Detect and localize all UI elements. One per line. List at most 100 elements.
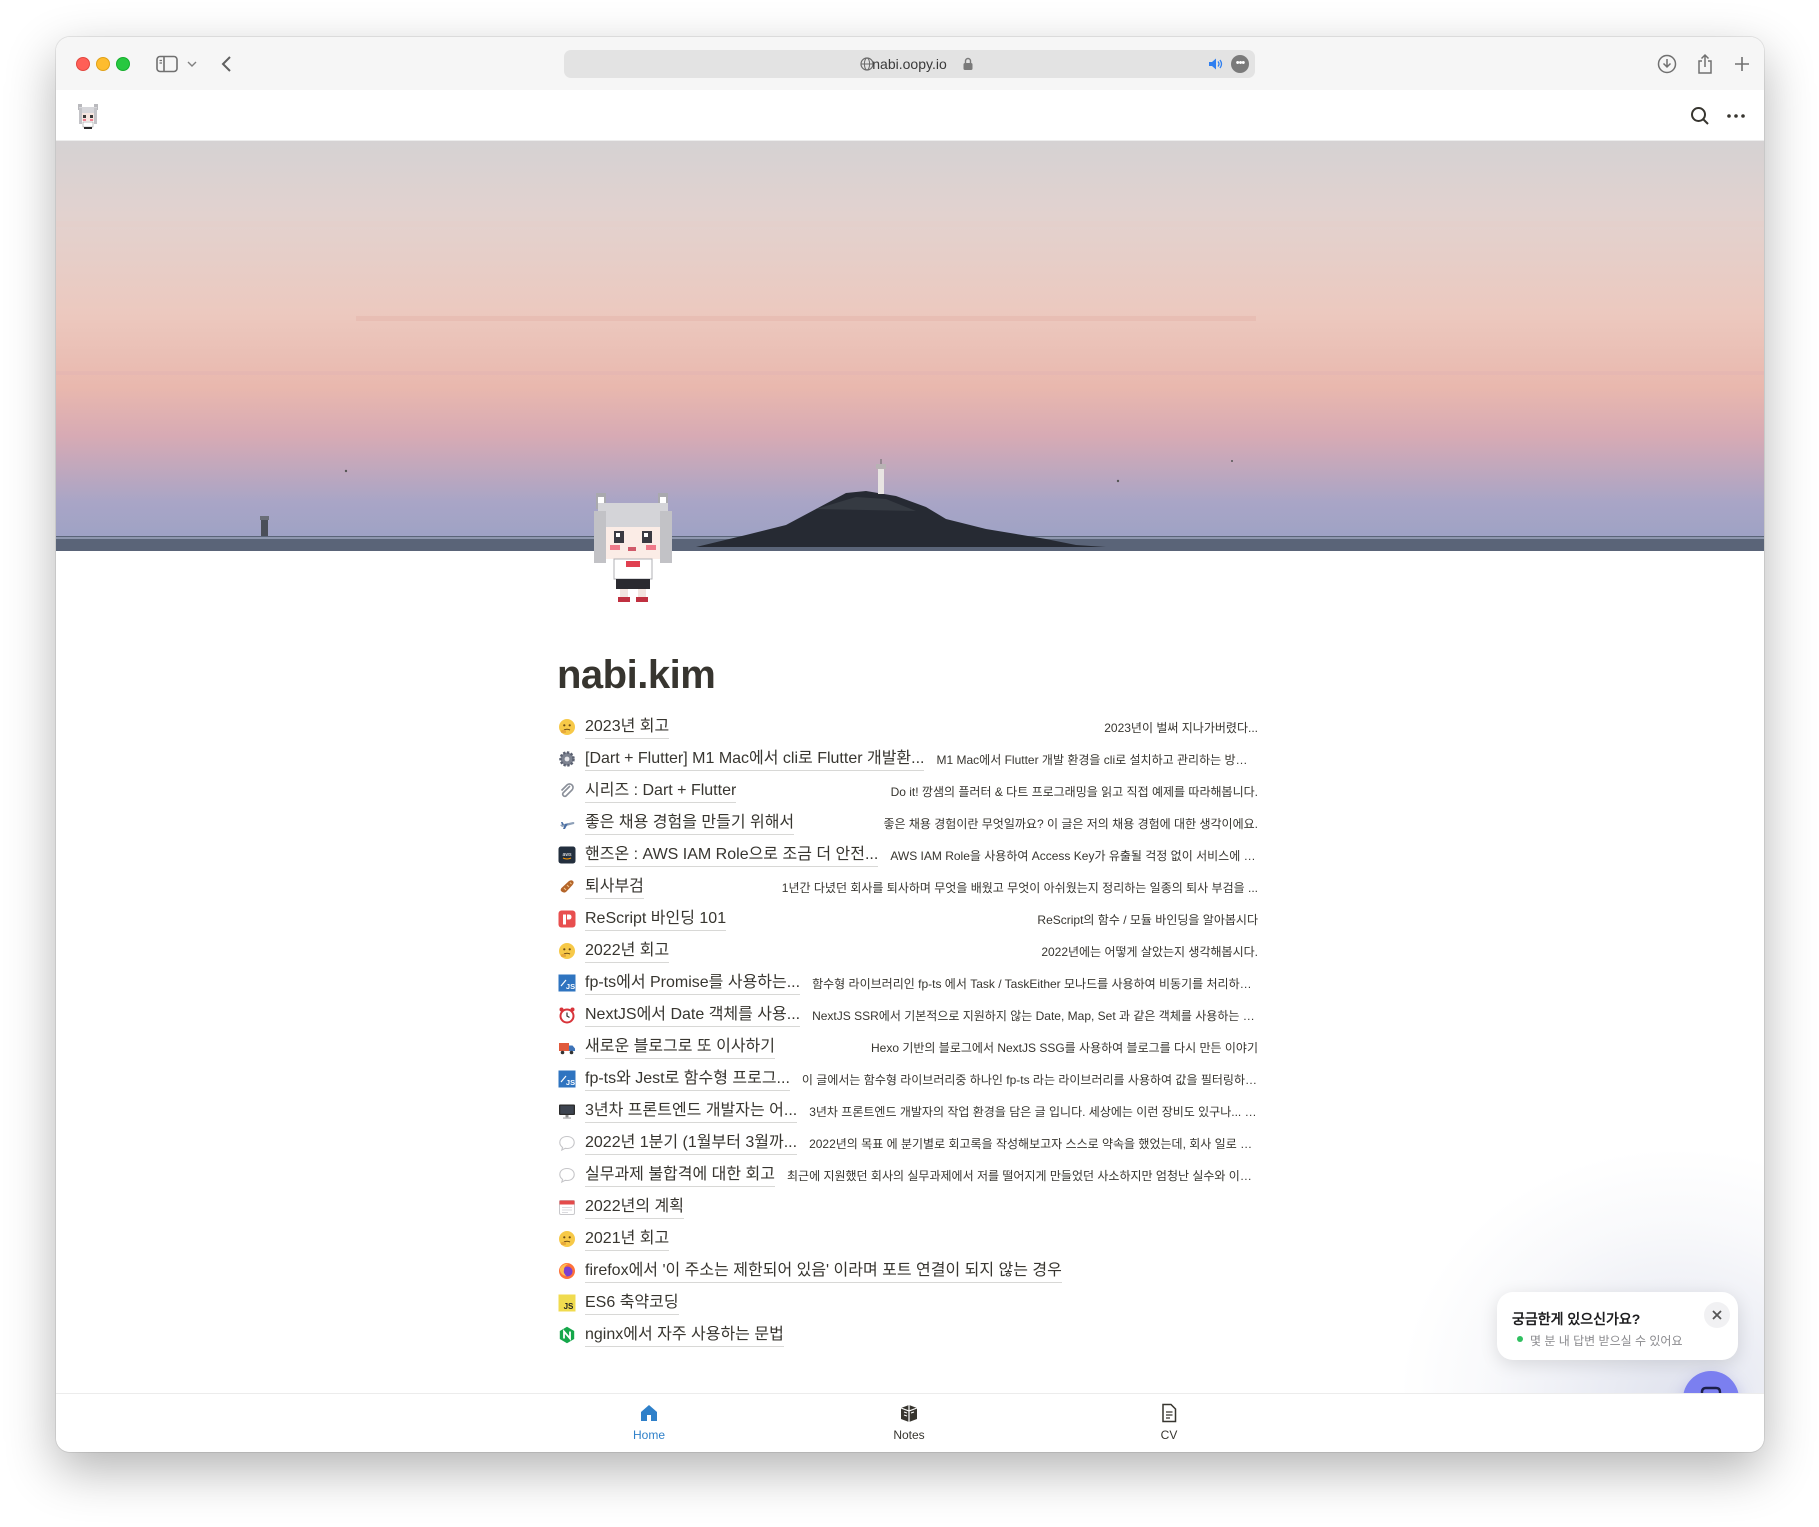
post-item[interactable]: 3년차 프론트엔드 개발자는 어... 3년차 프론트엔드 개발자의 작업 환경을…	[557, 1095, 1258, 1127]
notes-icon	[900, 1405, 918, 1422]
post-title-link[interactable]: 실무과제 불합격에 대한 회고	[585, 1164, 775, 1187]
svg-text:aws: aws	[563, 852, 572, 858]
more-icon[interactable]: •••	[1231, 55, 1249, 73]
share-icon[interactable]	[1692, 50, 1718, 78]
post-item[interactable]: JS fp-ts와 Jest로 함수형 프로그... 이 글에서는 함수형 라이브러…	[557, 1063, 1258, 1095]
svg-text:JS: JS	[566, 982, 575, 991]
download-icon[interactable]	[1654, 50, 1680, 78]
sidebar-toggle-icon[interactable]	[152, 50, 182, 78]
post-item[interactable]: 2021년 회고	[557, 1223, 1258, 1255]
post-title-link[interactable]: 3년차 프론트엔드 개발자는 어...	[585, 1100, 798, 1123]
post-item[interactable]: 실무과제 불합격에 대한 회고 최근에 지원했던 회사의 실무과제에서 저를 떨어…	[557, 1159, 1258, 1191]
close-icon[interactable]	[1704, 1302, 1730, 1328]
nav-home[interactable]: Home	[609, 1402, 689, 1442]
post-description: Hexo 기반의 블로그에서 NextJS SSG를 사용하여 블로그를 다시 …	[870, 1040, 1258, 1055]
zoom-window-button[interactable]	[116, 57, 130, 71]
new-tab-icon[interactable]	[1729, 50, 1755, 78]
post-title-link[interactable]: firefox에서 '이 주소는 제한되어 있음' 이라며 포트 연결이 되지 …	[585, 1260, 1062, 1283]
desktop-icon	[557, 1101, 577, 1121]
minimize-window-button[interactable]	[96, 57, 110, 71]
gear-icon	[557, 749, 577, 769]
site-logo-icon[interactable]	[72, 100, 104, 132]
back-icon[interactable]	[214, 50, 238, 78]
post-item[interactable]: 2023년 회고 2023년이 벌써 지나가버렸다...	[557, 711, 1258, 743]
baguette-icon	[557, 877, 577, 897]
more-options-icon[interactable]	[1724, 104, 1748, 128]
firefox-icon	[557, 1261, 577, 1281]
thinking-face-icon	[557, 941, 577, 961]
aws-icon: aws	[557, 845, 577, 865]
post-title-link[interactable]: ReScript 바인딩 101	[585, 908, 727, 931]
post-title-link[interactable]: 좋은 채용 경험을 만들기 위해서	[585, 812, 795, 835]
post-item[interactable]: aws 핸즈온 : AWS IAM Role으로 조금 더 안전... AWS IA…	[557, 839, 1258, 871]
nav-cv[interactable]: CV	[1129, 1402, 1209, 1442]
lock-icon	[962, 57, 974, 76]
search-icon[interactable]	[1688, 104, 1712, 128]
post-item[interactable]: [Dart + Flutter] M1 Mac에서 cli로 Flutter 개…	[557, 743, 1258, 775]
airplane-icon	[557, 813, 577, 833]
post-title-link[interactable]: 2022년 회고	[585, 940, 670, 963]
post-item[interactable]: ReScript 바인딩 101 ReScript의 함수 / 모듈 바인딩을 알…	[557, 903, 1258, 935]
post-item[interactable]: 퇴사부검 1년간 다녔던 회사를 퇴사하며 무엇을 배웠고 무엇이 아쉬웠는지 정…	[557, 871, 1258, 903]
post-title-link[interactable]: 퇴사부검	[585, 876, 644, 899]
post-title-link[interactable]: fp-ts와 Jest로 함수형 프로그...	[585, 1068, 790, 1091]
post-item[interactable]: 좋은 채용 경험을 만들기 위해서 좋은 채용 경험이란 무엇일까요? 이 글은 …	[557, 807, 1258, 839]
url-text: nabi.oopy.io	[872, 56, 947, 72]
nav-notes[interactable]: Notes	[869, 1402, 949, 1442]
post-title-link[interactable]: 2021년 회고	[585, 1228, 670, 1251]
post-item[interactable]: 2022년의 계획	[557, 1191, 1258, 1223]
post-title-link[interactable]: 2022년 1분기 (1월부터 3월까...	[585, 1132, 798, 1155]
post-item[interactable]: 시리즈 : Dart + Flutter Do it! 깡샘의 플러터 & 다트 …	[557, 775, 1258, 807]
post-description: 이 글에서는 함수형 라이브러리중 하나인 fp-ts 라는 라이브러리를 사용…	[801, 1072, 1258, 1087]
post-item[interactable]: JS fp-ts에서 Promise를 사용하는... 함수형 라이브러리인 fp-…	[557, 967, 1258, 999]
post-item[interactable]: nginx에서 자주 사용하는 문법	[557, 1319, 1258, 1351]
post-item[interactable]: firefox에서 '이 주소는 제한되어 있음' 이라며 포트 연결이 되지 …	[557, 1255, 1258, 1287]
post-description: 좋은 채용 경험이란 무엇일까요? 이 글은 저의 채용 경험에 대한 생각이에…	[883, 816, 1258, 831]
chat-prompt[interactable]: 궁금한게 있으신가요? 몇 분 내 답변 받으실 수 있어요	[1497, 1292, 1738, 1360]
post-list: 2023년 회고 2023년이 벌써 지나가버렸다... [Dart + Flutt…	[557, 711, 1258, 1351]
post-description: 3년차 프론트엔드 개발자의 작업 환경을 담은 글 입니다. 세상에는 이런 …	[809, 1104, 1258, 1119]
thinking-face-icon	[557, 1229, 577, 1249]
js-yellow-icon: JS	[557, 1293, 577, 1313]
post-item[interactable]: 2022년 회고 2022년에는 어떻게 살았는지 생각해봅시다.	[557, 935, 1258, 967]
chevron-down-icon[interactable]	[184, 50, 200, 78]
post-item[interactable]: JS ES6 축약코딩	[557, 1287, 1258, 1319]
alarm-clock-icon	[557, 1005, 577, 1025]
nav-cv-label: CV	[1160, 1428, 1178, 1442]
post-title-link[interactable]: [Dart + Flutter] M1 Mac에서 cli로 Flutter 개…	[585, 748, 925, 771]
post-title-link[interactable]: NextJS에서 Date 객체를 사용...	[585, 1004, 801, 1027]
close-window-button[interactable]	[76, 57, 90, 71]
post-title-link[interactable]: 2022년의 계획	[585, 1196, 684, 1219]
post-item[interactable]: 새로운 블로그로 또 이사하기 Hexo 기반의 블로그에서 NextJS SSG…	[557, 1031, 1258, 1063]
post-title-link[interactable]: 새로운 블로그로 또 이사하기	[585, 1036, 775, 1059]
truck-icon	[557, 1037, 577, 1057]
post-description: 2022년의 목표 에 분기별로 회고록을 작성해보고자 스스로 약속을 했었는…	[809, 1136, 1258, 1151]
thinking-face-icon	[557, 717, 577, 737]
post-description: M1 Mac에서 Flutter 개발 환경을 cli로 설치하고 관리하는 방…	[936, 752, 1258, 767]
speech-bubble-icon	[557, 1133, 577, 1153]
post-description: 1년간 다녔던 회사를 퇴사하며 무엇을 배웠고 무엇이 아쉬웠는지 정리하는 …	[781, 880, 1258, 895]
post-description: 2022년에는 어떻게 살았는지 생각해봅시다.	[1041, 944, 1258, 959]
post-title-link[interactable]: ES6 축약코딩	[585, 1292, 679, 1315]
calendar-icon	[557, 1197, 577, 1217]
js-blue-icon: JS	[557, 973, 577, 993]
address-bar[interactable]: nabi.oopy.io •••	[564, 50, 1255, 78]
post-description: ReScript의 함수 / 모듈 바인딩을 알아봅시다	[1037, 912, 1258, 927]
post-title-link[interactable]: fp-ts에서 Promise를 사용하는...	[585, 972, 801, 995]
browser-toolbar: nabi.oopy.io •••	[56, 37, 1764, 90]
page-title: nabi.kim	[557, 653, 716, 697]
avatar	[594, 493, 672, 602]
page-content: nabi.kim 2023년 회고 2023년이 벌써 지나가버렸다... [Dar…	[557, 647, 1258, 1351]
chat-status: 몇 분 내 답변 받으실 수 있어요	[1530, 1334, 1683, 1348]
post-title-link[interactable]: 2023년 회고	[585, 716, 670, 739]
post-title-link[interactable]: 핸즈온 : AWS IAM Role으로 조금 더 안전...	[585, 844, 879, 867]
speaker-icon[interactable]	[1208, 57, 1224, 76]
post-item[interactable]: NextJS에서 Date 객체를 사용... NextJS SSR에서 기본적으…	[557, 999, 1258, 1031]
post-title-link[interactable]: 시리즈 : Dart + Flutter	[585, 780, 737, 803]
post-title-link[interactable]: nginx에서 자주 사용하는 문법	[585, 1324, 784, 1347]
speech-bubble-icon	[557, 1165, 577, 1185]
post-description: Do it! 깡샘의 플러터 & 다트 프로그래밍을 읽고 직접 예제를 따라해…	[890, 784, 1258, 799]
post-item[interactable]: 2022년 1분기 (1월부터 3월까... 2022년의 목표 에 분기별로 회…	[557, 1127, 1258, 1159]
browser-window: nabi.oopy.io ••• nabi.kim 2023년 회고 2023년…	[56, 37, 1764, 1452]
post-description: 함수형 라이브러리인 fp-ts 에서 Task / TaskEither 모나…	[812, 976, 1258, 991]
